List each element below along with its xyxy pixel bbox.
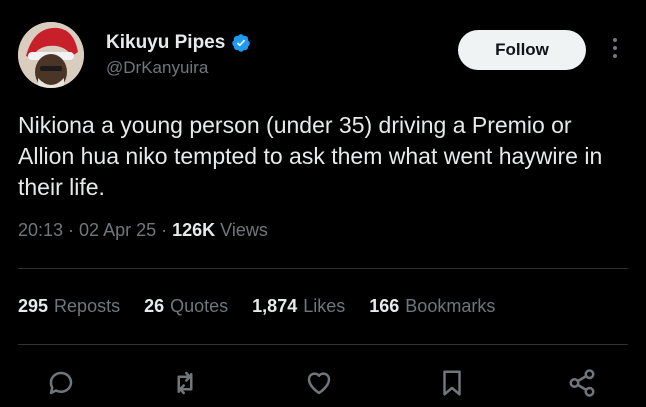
share-icon[interactable]	[567, 368, 597, 398]
likes-label: Likes	[303, 296, 346, 316]
repost-icon[interactable]	[170, 368, 200, 398]
stat-reposts[interactable]: 295 Reposts	[18, 296, 120, 317]
reposts-label: Reposts	[54, 296, 121, 316]
engagement-stats: 295 Reposts 26 Quotes 1,874 Likes 166 Bookma…	[18, 296, 495, 317]
meta-separator: ·	[161, 220, 168, 240]
author-handle[interactable]: @DrKanyuira	[106, 58, 208, 78]
quotes-label: Quotes	[170, 296, 229, 316]
quotes-count: 26	[144, 296, 165, 316]
author-name-row: Kikuyu Pipes	[106, 32, 251, 54]
tweet-date[interactable]: 02 Apr 25	[79, 220, 156, 241]
divider	[18, 344, 628, 345]
bookmark-icon[interactable]	[437, 368, 467, 398]
meta-separator: ·	[68, 220, 75, 240]
stat-quotes[interactable]: 26 Quotes	[144, 296, 228, 317]
divider	[18, 268, 628, 269]
avatar-santa-hat-icon	[18, 22, 84, 88]
tweet-meta: 20:13 · 02 Apr 25 · 126K Views	[18, 220, 268, 241]
reposts-count: 295	[18, 296, 49, 316]
more-options-icon[interactable]	[612, 38, 618, 62]
action-bar	[0, 368, 646, 400]
like-icon[interactable]	[304, 368, 334, 398]
verified-badge-icon[interactable]	[231, 33, 251, 53]
likes-count: 1,874	[252, 296, 298, 316]
follow-button[interactable]: Follow	[458, 30, 586, 70]
avatar[interactable]	[18, 22, 84, 88]
bookmarks-label: Bookmarks	[405, 296, 496, 316]
author-name[interactable]: Kikuyu Pipes	[106, 32, 225, 54]
reply-icon[interactable]	[46, 368, 76, 398]
views-label: Views	[220, 220, 268, 240]
views-count: 126K	[172, 220, 216, 240]
tweet-time[interactable]: 20:13	[18, 220, 63, 241]
stat-likes[interactable]: 1,874 Likes	[252, 296, 345, 317]
tweet-text: Nikiona a young person (under 35) drivin…	[18, 112, 603, 200]
bookmarks-count: 166	[369, 296, 400, 316]
stat-bookmarks[interactable]: 166 Bookmarks	[369, 296, 495, 317]
